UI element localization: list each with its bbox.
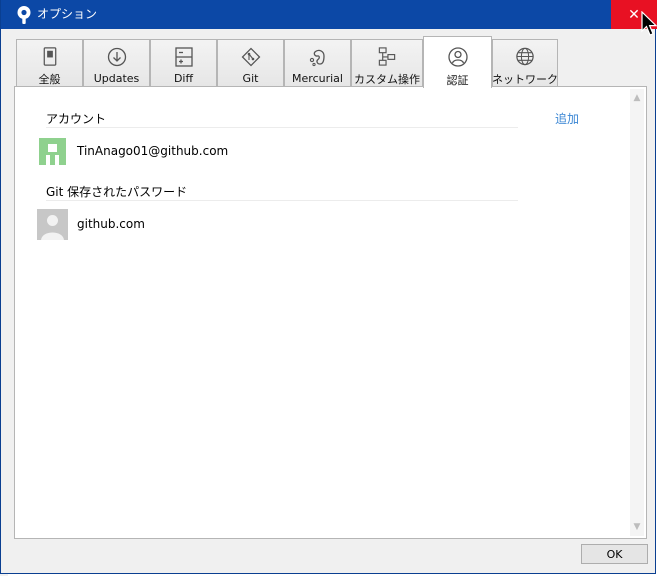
- password-item[interactable]: github.com: [37, 208, 517, 240]
- mouse-cursor-icon: [641, 11, 658, 36]
- tab-updates[interactable]: Updates: [83, 39, 150, 87]
- tab-label: 全般: [38, 73, 61, 86]
- tab-bar: 全般 Updates Diff Git Mercurial カスタム操作 認証 …: [16, 36, 576, 88]
- tab-label: ネットワーク: [492, 73, 558, 86]
- switch-icon: [43, 47, 56, 66]
- tab-label: Mercurial: [292, 72, 343, 85]
- tab-label: カスタム操作: [354, 73, 420, 86]
- tab-mercurial[interactable]: Mercurial: [284, 39, 351, 87]
- tab-network[interactable]: ネットワーク: [492, 39, 558, 87]
- title-bar[interactable]: オプション ✕: [1, 0, 657, 29]
- tab-label: Diff: [173, 72, 194, 85]
- scroll-up-icon[interactable]: ▲: [630, 91, 644, 105]
- options-dialog: オプション ✕ 全般 Updates Diff Git Mercurial カス…: [0, 0, 657, 574]
- mercurial-icon: [309, 49, 325, 67]
- default-user-avatar-icon: [37, 208, 68, 240]
- divider: [46, 127, 518, 128]
- accounts-header: アカウント: [46, 112, 107, 126]
- vertical-scrollbar[interactable]: ▲ ▼: [630, 89, 644, 536]
- account-item[interactable]: TinAnago01@github.com: [37, 135, 517, 167]
- diff-icon: [174, 47, 193, 67]
- globe-icon: [516, 47, 534, 66]
- password-host: github.com: [77, 217, 145, 231]
- window-title: オプション: [37, 7, 98, 21]
- tab-git[interactable]: Git: [217, 39, 284, 87]
- add-account-link[interactable]: 追加: [555, 110, 579, 127]
- close-icon: ✕: [628, 6, 640, 23]
- custom-actions-icon: [378, 47, 396, 66]
- saved-passwords-header: Git 保存されたパスワード: [46, 185, 188, 199]
- identicon-avatar: [37, 135, 68, 167]
- tab-diff[interactable]: Diff: [150, 39, 217, 87]
- account-email: TinAnago01@github.com: [77, 144, 229, 158]
- tab-custom-actions[interactable]: カスタム操作: [351, 39, 423, 87]
- git-icon: [241, 47, 260, 67]
- tab-label: Updates: [93, 72, 140, 85]
- sourcetree-logo-icon: [17, 6, 31, 24]
- download-icon: [107, 47, 126, 67]
- divider: [46, 200, 518, 201]
- tab-label: 認証: [446, 74, 469, 87]
- tab-label: Git: [242, 72, 259, 85]
- scroll-down-icon[interactable]: ▼: [630, 520, 644, 534]
- user-icon: [447, 47, 468, 67]
- tab-general[interactable]: 全般: [16, 39, 83, 87]
- tab-authentication[interactable]: 認証: [423, 36, 492, 88]
- auth-panel: アカウント 追加 TinAnago01@github.com Git 保存された…: [14, 86, 647, 539]
- ok-button[interactable]: OK: [581, 544, 648, 564]
